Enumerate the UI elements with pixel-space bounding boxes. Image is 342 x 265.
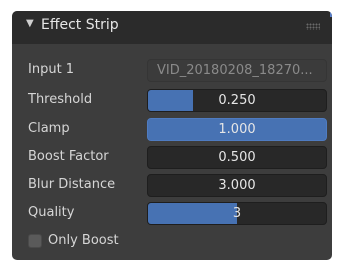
clamp-label: Clamp	[28, 121, 70, 136]
quality-slider[interactable]: 3	[147, 202, 327, 225]
threshold-slider[interactable]: 0.250	[147, 89, 327, 112]
row-boost-factor: Boost Factor 0.500	[12, 145, 332, 170]
input-1-label: Input 1	[28, 62, 75, 77]
panel-title: Effect Strip	[41, 17, 119, 33]
row-only-boost: Only Boost	[12, 229, 332, 254]
only-boost-checkbox[interactable]	[28, 234, 42, 248]
input-1-value: VID_20180208_18270...	[157, 63, 313, 78]
row-blur-distance: Blur Distance 3.000	[12, 173, 332, 198]
clamp-value: 1.000	[218, 122, 256, 137]
effect-strip-panel: ▼ Effect Strip Input 1 VID_20180208_1827…	[12, 11, 332, 260]
quality-value: 3	[232, 206, 242, 221]
threshold-value: 0.250	[218, 93, 256, 108]
collapse-caret-icon[interactable]: ▼	[26, 18, 34, 29]
row-threshold: Threshold 0.250	[12, 88, 332, 113]
blur-distance-value: 3.000	[218, 178, 256, 193]
row-quality: Quality 3	[12, 201, 332, 226]
threshold-label: Threshold	[28, 92, 93, 107]
blur-distance-label: Blur Distance	[28, 177, 116, 192]
only-boost-label[interactable]: Only Boost	[48, 233, 119, 248]
boost-factor-field[interactable]: 0.500	[147, 146, 327, 169]
boost-factor-label: Boost Factor	[28, 149, 109, 164]
panel-header[interactable]: ▼ Effect Strip	[12, 11, 332, 44]
quality-label: Quality	[28, 205, 75, 220]
boost-factor-value: 0.500	[218, 150, 256, 165]
input-1-field[interactable]: VID_20180208_18270...	[147, 59, 327, 82]
row-clamp: Clamp 1.000	[12, 117, 332, 142]
row-input-1: Input 1 VID_20180208_18270...	[12, 58, 332, 83]
clamp-slider[interactable]: 1.000	[147, 118, 327, 141]
blur-distance-field[interactable]: 3.000	[147, 174, 327, 197]
drag-grip-icon[interactable]	[306, 23, 320, 30]
panel-corner-accent	[330, 11, 332, 17]
